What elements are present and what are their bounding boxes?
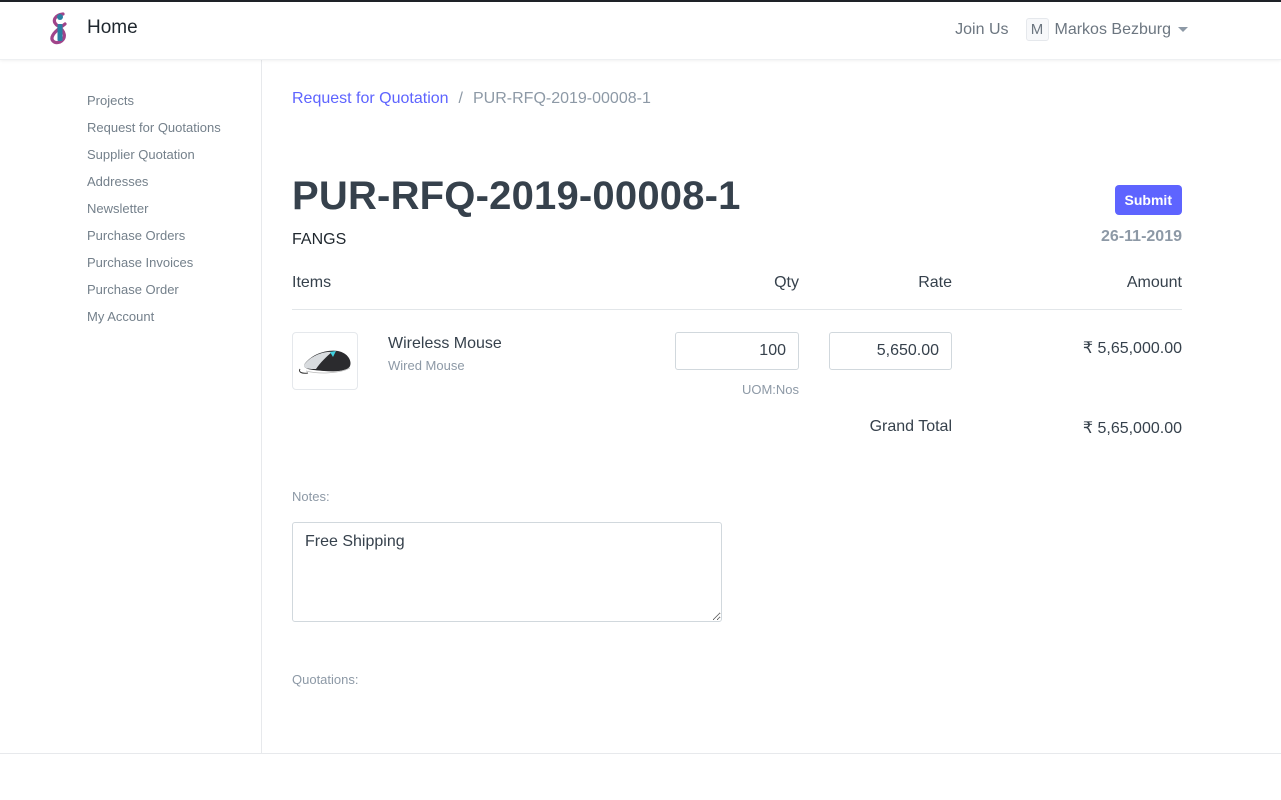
sidebar-item-projects[interactable]: Projects: [87, 93, 134, 108]
header-rate: Rate: [918, 274, 952, 291]
sidebar-item-my-account[interactable]: My Account: [87, 309, 154, 324]
navbar-right: Join Us M Markos Bezburg: [955, 18, 1188, 41]
join-us-link[interactable]: Join Us: [955, 21, 1008, 39]
sidebar-item-request-for-quotations[interactable]: Request for Quotations: [87, 120, 221, 135]
grand-total-value: ₹ 5,65,000.00: [1082, 420, 1182, 437]
items-table-header: Items Qty Rate Amount: [292, 274, 1182, 310]
uom-label: UOM:Nos: [741, 382, 799, 397]
quotations-label: Quotations:: [292, 672, 359, 687]
item-amount: ₹ 5,65,000.00: [1082, 340, 1182, 357]
table-row: Wireless Mouse Wired Mouse UOM:Nos ₹ 5,6…: [292, 332, 1182, 412]
brand-title: Home: [87, 17, 138, 38]
item-name: Wireless Mouse: [388, 335, 502, 352]
sidebar-item-addresses[interactable]: Addresses: [87, 174, 148, 189]
mouse-image-icon: [299, 350, 351, 374]
breadcrumb-parent-link[interactable]: Request for Quotation: [292, 90, 449, 108]
sidebar-item-purchase-orders[interactable]: Purchase Orders: [87, 228, 185, 243]
sidebar-item-purchase-order[interactable]: Purchase Order: [87, 282, 179, 297]
qty-input[interactable]: [675, 332, 799, 370]
breadcrumb-current: PUR-RFQ-2019-00008-1: [473, 90, 651, 107]
item-description: Wired Mouse: [388, 358, 465, 373]
sidebar-item-newsletter[interactable]: Newsletter: [87, 201, 148, 216]
sidebar-item-supplier-quotation[interactable]: Supplier Quotation: [87, 147, 195, 162]
submit-button[interactable]: Submit: [1114, 185, 1182, 215]
item-thumbnail: [292, 332, 358, 390]
document-date: 26-11-2019: [1101, 228, 1182, 245]
breadcrumb: Request for Quotation / PUR-RFQ-2019-000…: [292, 90, 651, 108]
supplier-name: FANGS: [292, 231, 347, 248]
header-amount: Amount: [1126, 274, 1182, 291]
home-link[interactable]: Home: [46, 11, 138, 45]
sidebar: Projects Request for Quotations Supplier…: [0, 60, 262, 753]
notes-textarea[interactable]: Free Shipping: [292, 522, 722, 622]
breadcrumb-separator: /: [458, 90, 463, 107]
top-navbar: Home Join Us M Markos Bezburg: [0, 2, 1281, 60]
avatar: M: [1025, 18, 1049, 41]
caret-down-icon: [1178, 27, 1188, 32]
brand-logo-icon: [50, 12, 67, 45]
user-dropdown-toggle[interactable]: M Markos Bezburg: [1025, 18, 1188, 41]
sidebar-menu: Projects Request for Quotations Supplier…: [0, 60, 261, 333]
header-qty: Qty: [774, 274, 799, 291]
rate-input[interactable]: [829, 332, 952, 370]
page-divider: [0, 753, 1281, 754]
user-name: Markos Bezburg: [1054, 20, 1172, 38]
sidebar-item-purchase-invoices[interactable]: Purchase Invoices: [87, 255, 193, 270]
header-items: Items: [292, 274, 332, 291]
notes-label: Notes:: [292, 489, 330, 504]
grand-total-label: Grand Total: [869, 418, 952, 435]
page-title: PUR-RFQ-2019-00008-1: [292, 174, 741, 218]
